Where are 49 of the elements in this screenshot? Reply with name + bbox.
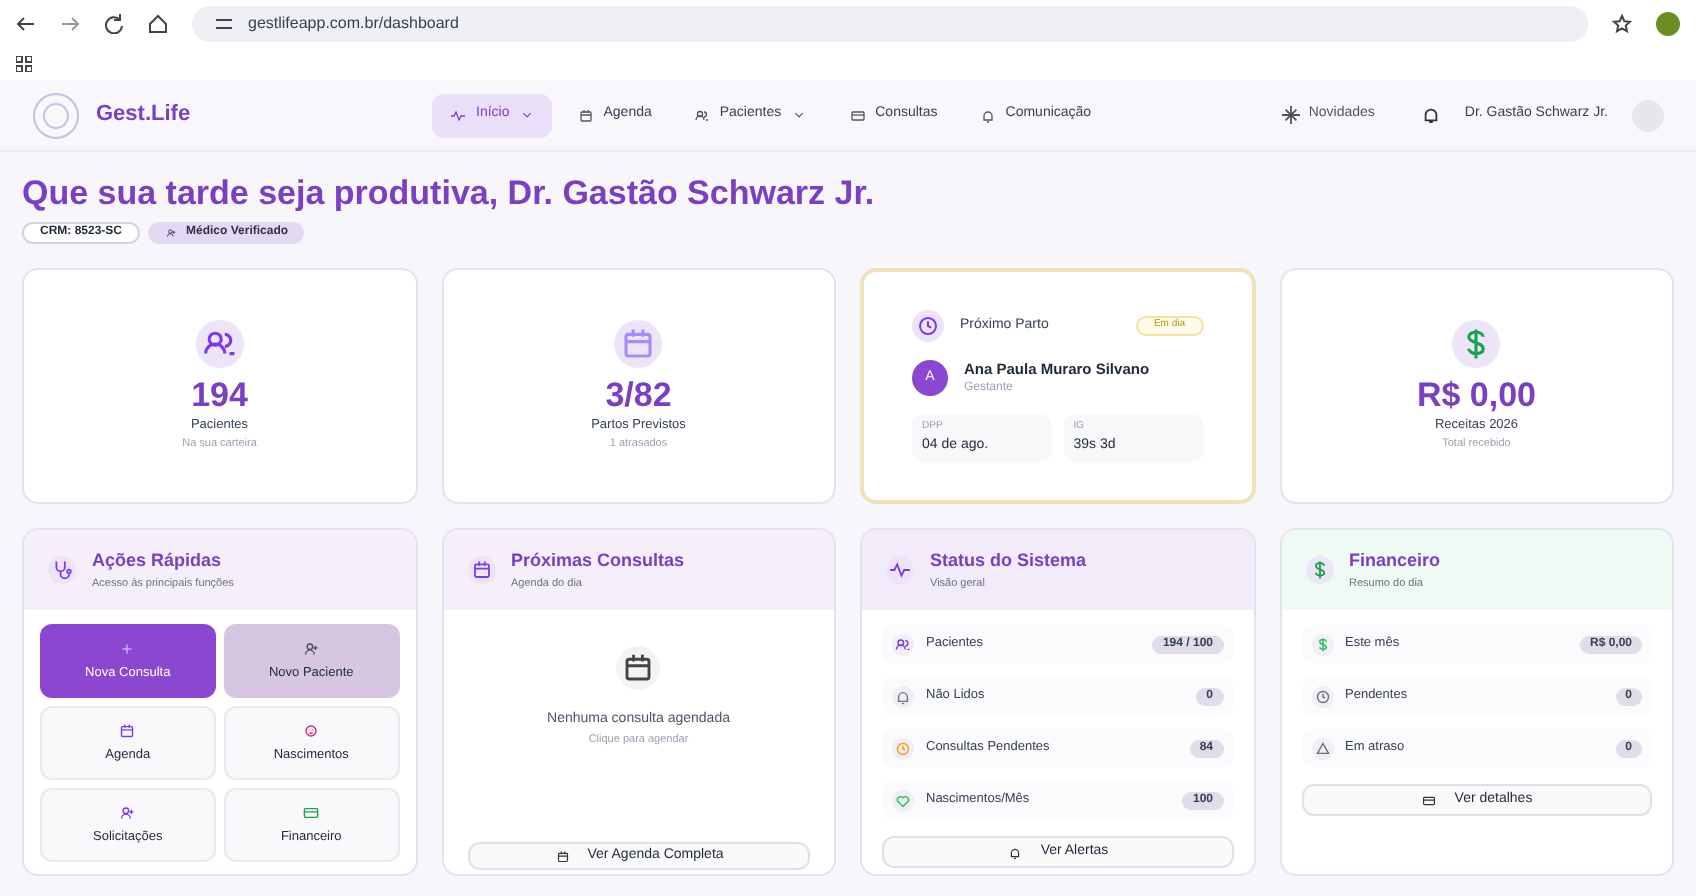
panel-title: Status do Sistema: [930, 548, 1087, 575]
calendar-icon: [616, 646, 661, 691]
stat-value: R$ 0,00: [1416, 374, 1537, 417]
back-icon[interactable]: [16, 14, 36, 34]
apps-icon[interactable]: [16, 56, 32, 72]
reload-icon[interactable]: [104, 14, 124, 34]
stat-value: 194: [191, 374, 248, 417]
forward-icon[interactable]: [60, 14, 80, 34]
warning-icon: [1311, 737, 1333, 760]
stat-value: 3/82: [605, 374, 672, 417]
calendar-icon: [467, 556, 495, 585]
users-icon: [691, 105, 712, 125]
user-plus-icon: [300, 638, 323, 661]
address-bar[interactable]: gestlifeapp.com.br/dashboard: [192, 6, 1588, 42]
user-plus-icon: [116, 802, 139, 825]
dollar-icon: [1305, 556, 1333, 585]
panel-title: Financeiro: [1349, 548, 1441, 575]
calendar-icon: [614, 320, 663, 369]
clock-icon: [1311, 685, 1333, 708]
users-icon: [892, 633, 914, 656]
clock-icon: [912, 310, 944, 343]
heart-icon: [892, 789, 914, 812]
pulse-icon: [886, 556, 914, 585]
bell-icon: [1006, 843, 1025, 862]
logo-icon: [32, 91, 80, 139]
sparkle-icon: [1282, 106, 1301, 124]
calendar-icon: [553, 847, 572, 866]
url-text: gestlifeapp.com.br/dashboard: [248, 12, 459, 36]
star-icon[interactable]: [1612, 14, 1632, 34]
bell-icon: [892, 685, 914, 708]
panel-title: Ações Rápidas: [92, 548, 224, 575]
panel-title: Próximas Consultas: [511, 548, 685, 575]
calendar-icon: [575, 105, 596, 125]
card-icon: [1420, 791, 1439, 810]
dollar-icon: [1311, 633, 1333, 656]
site-settings-icon: [216, 16, 232, 32]
baby-icon: [300, 720, 323, 743]
brand-name: Gest.Life: [96, 100, 191, 131]
profile-icon[interactable]: [1656, 12, 1680, 36]
home-icon[interactable]: [148, 14, 168, 34]
user-check-icon: [164, 226, 179, 241]
bell-icon[interactable]: [1422, 106, 1441, 124]
chart-icon: [448, 105, 468, 125]
greeting-heading: Que sua tarde seja produtiva, Dr. Gastão Schwarz Jr.: [22, 172, 877, 215]
stethoscope-icon: [48, 556, 76, 585]
calendar-icon: [116, 720, 139, 743]
users-icon: [195, 320, 244, 369]
clock-icon: [892, 737, 914, 760]
dollar-icon: [1452, 320, 1501, 369]
